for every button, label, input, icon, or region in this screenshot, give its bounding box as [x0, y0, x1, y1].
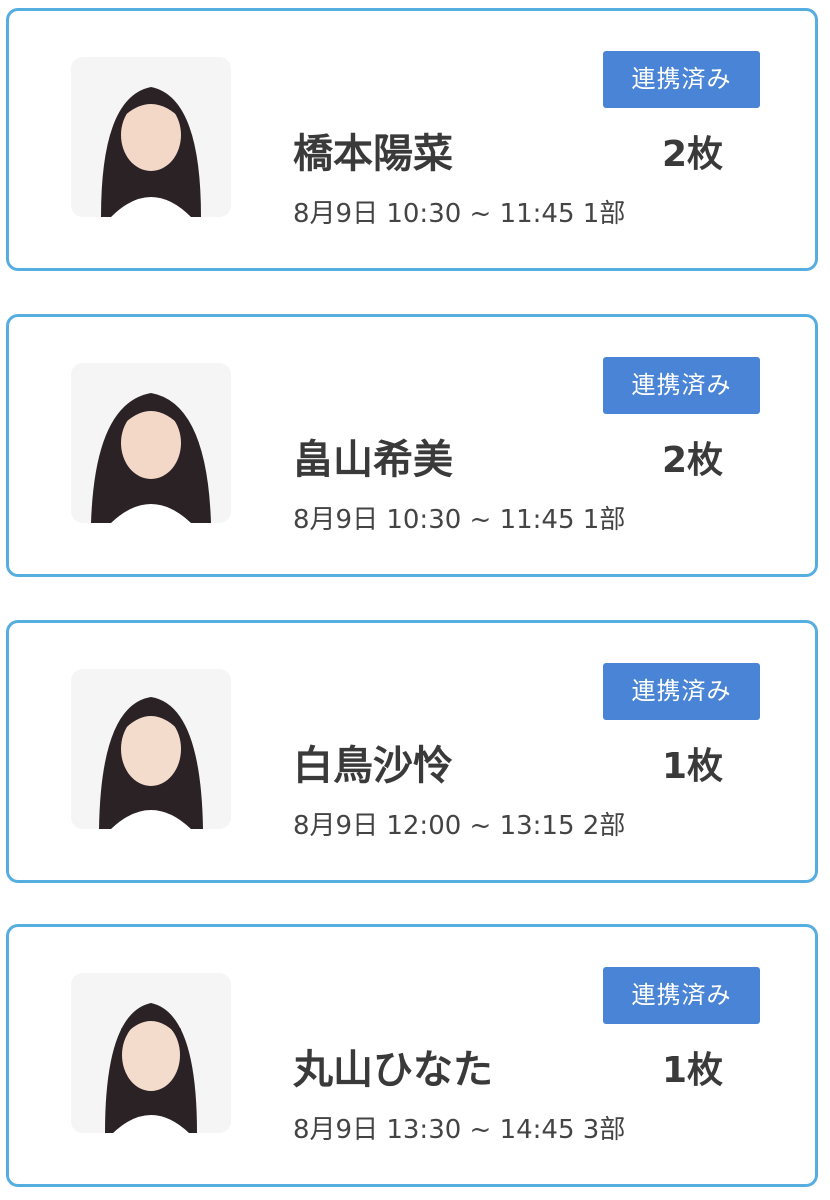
member-name: 白鳥沙怜: [293, 743, 453, 789]
member-photo-icon: [71, 973, 231, 1133]
member-photo-icon: [71, 363, 231, 523]
member-name: 畠山希美: [293, 437, 453, 483]
member-photo-icon: [71, 57, 231, 217]
ticket-count: 1枚: [661, 746, 723, 787]
status-badge[interactable]: 連携済み: [603, 51, 760, 108]
slot-time: 8月9日 10:30 ~ 11:45 1部: [293, 505, 626, 535]
slot-time: 8月9日 12:00 ~ 13:15 2部: [293, 811, 626, 841]
status-badge[interactable]: 連携済み: [603, 967, 760, 1024]
member-photo-icon: [71, 669, 231, 829]
entry-card[interactable]: 連携済み 畠山希美 2枚 8月9日 10:30 ~ 11:45 1部: [6, 314, 818, 577]
status-badge[interactable]: 連携済み: [603, 663, 760, 720]
ticket-count: 2枚: [661, 440, 723, 481]
member-photo-icon: [71, 57, 231, 217]
member-photo-icon: [71, 363, 231, 523]
status-badge[interactable]: 連携済み: [603, 357, 760, 414]
ticket-count: 1枚: [661, 1050, 723, 1091]
slot-time: 8月9日 13:30 ~ 14:45 3部: [293, 1115, 626, 1145]
member-photo-icon: [71, 669, 231, 829]
entry-card[interactable]: 連携済み 白鳥沙怜 1枚 8月9日 12:00 ~ 13:15 2部: [6, 620, 818, 883]
member-name: 橋本陽菜: [293, 131, 453, 177]
ticket-count: 2枚: [661, 134, 723, 175]
slot-time: 8月9日 10:30 ~ 11:45 1部: [293, 199, 626, 229]
entry-card[interactable]: 連携済み 橋本陽菜 2枚 8月9日 10:30 ~ 11:45 1部: [6, 8, 818, 271]
entry-card[interactable]: 連携済み 丸山ひなた 1枚 8月9日 13:30 ~ 14:45 3部: [6, 924, 818, 1187]
member-name: 丸山ひなた: [293, 1047, 493, 1093]
member-photo-icon: [71, 973, 231, 1133]
